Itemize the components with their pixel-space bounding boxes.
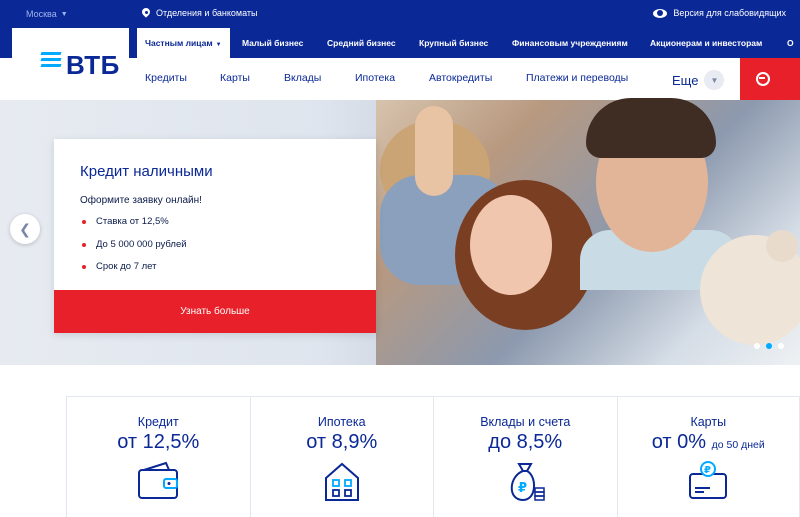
card-icon: ₽ — [689, 461, 728, 499]
house-icon — [324, 462, 359, 501]
promo-card: Кредит наличными Оформите заявку онлайн!… — [54, 139, 376, 333]
product-mortgage[interactable]: Ипотека от 8,9% — [251, 397, 434, 517]
product-name: Вклады и счета — [480, 415, 571, 429]
nav-mortgage[interactable]: Ипотека — [355, 72, 395, 84]
product-grid: Кредит от 12,5% Ипотека от 8,9% Вклады и… — [66, 396, 800, 517]
bullet-text: Ставка от 12,5% — [96, 216, 169, 227]
bullet-text: До 5 000 000 рублей — [96, 238, 187, 250]
segment-private[interactable]: Частным лицам ▼ — [137, 28, 230, 58]
nav-cards[interactable]: Карты — [220, 72, 250, 84]
branches-link[interactable]: Отделения и банкоматы — [142, 8, 258, 18]
segment-large-business[interactable]: Крупный бизнес — [419, 38, 488, 48]
product-rate: до 8,5% — [488, 431, 563, 453]
accessibility-label: Версия для слабовидящих — [673, 8, 786, 18]
product-rate: от 8,9% — [306, 431, 378, 453]
logo-text: ВТБ — [66, 50, 120, 80]
segment-label: Частным лицам — [145, 38, 213, 48]
product-rate-value: от 0% — [651, 431, 707, 453]
chevron-down-icon: ▼ — [215, 42, 222, 48]
carousel-prev-button[interactable]: ❮ — [10, 214, 40, 244]
segment-medium-business[interactable]: Средний бизнес — [327, 38, 396, 48]
product-rate: от 12,5% — [117, 431, 200, 453]
product-rate-suffix: до 50 дней — [711, 439, 765, 451]
product-deposits[interactable]: Вклады и счета до 8,5% ₽ — [434, 397, 618, 517]
logo-mark — [40, 52, 62, 70]
product-rate: от 0% до 50 дней — [618, 431, 800, 454]
nav-more-button[interactable]: Еще ▼ — [672, 70, 725, 90]
product-name: Ипотека — [317, 415, 366, 429]
segment-about[interactable]: О — [787, 38, 794, 48]
list-item: До 5 000 000 рублей — [82, 239, 187, 262]
bullet-icon — [82, 220, 86, 224]
promo-subtitle: Оформите заявку онлайн! — [80, 195, 202, 206]
chevron-left-icon: ❮ — [19, 220, 31, 237]
product-name: Кредит — [137, 415, 179, 429]
top-bar: Москва ▼ Отделения и банкоматы Версия дл… — [0, 0, 800, 28]
nav-auto-credit[interactable]: Автокредиты — [429, 72, 492, 84]
bullet-icon — [82, 265, 86, 269]
carousel-dots — [754, 343, 784, 349]
segment-investors[interactable]: Акционерам и инвесторам — [650, 38, 762, 48]
segment-small-business[interactable]: Малый бизнес — [242, 38, 303, 48]
learn-more-button[interactable]: Узнать больше — [54, 290, 376, 333]
accessibility-link[interactable]: Версия для слабовидящих — [653, 8, 786, 18]
nav-credits[interactable]: Кредиты — [145, 72, 187, 84]
main-nav: Кредиты Карты Вклады Ипотека Автокредиты… — [129, 58, 740, 100]
man-hair — [586, 98, 716, 158]
bullet-text: Срок до 7 лет — [96, 261, 157, 272]
login-icon — [756, 72, 770, 86]
city-selector[interactable]: Москва ▼ — [26, 9, 68, 19]
city-label: Москва — [26, 9, 57, 19]
product-credit[interactable]: Кредит от 12,5% — [67, 397, 251, 517]
logo[interactable]: ВТБ — [12, 28, 129, 100]
list-item: Срок до 7 лет — [82, 261, 187, 284]
login-button[interactable] — [740, 58, 800, 100]
woman-face — [470, 195, 552, 295]
carousel-dot[interactable] — [778, 343, 784, 349]
nav-deposits[interactable]: Вклады — [284, 72, 321, 84]
wallet-icon — [138, 461, 179, 499]
promo-bullets: Ставка от 12,5% До 5 000 000 рублей Срок… — [82, 216, 187, 284]
money-bag-icon: ₽ — [511, 463, 545, 502]
product-cards[interactable]: Карты от 0% до 50 дней ₽ — [618, 397, 800, 517]
child-arm — [415, 106, 453, 196]
carousel-dot[interactable] — [754, 343, 760, 349]
nav-payments[interactable]: Платежи и переводы — [526, 72, 628, 84]
svg-text:₽: ₽ — [704, 465, 711, 476]
carousel-dot-active[interactable] — [766, 343, 772, 349]
chevron-down-icon: ▼ — [60, 10, 68, 18]
teddy-bear-ear — [766, 230, 798, 262]
promo-title: Кредит наличными — [80, 163, 213, 180]
more-label: Еще — [672, 72, 699, 88]
bullet-icon — [82, 242, 86, 247]
product-name: Карты — [690, 415, 727, 429]
chevron-down-icon: ▼ — [704, 70, 725, 90]
map-pin-icon — [142, 8, 150, 18]
segment-financial[interactable]: Финансовым учреждениям — [512, 38, 628, 48]
eye-icon — [653, 8, 668, 18]
branches-label: Отделения и банкоматы — [156, 8, 258, 18]
svg-text:₽: ₽ — [518, 481, 527, 496]
list-item: Ставка от 12,5% — [82, 216, 187, 239]
